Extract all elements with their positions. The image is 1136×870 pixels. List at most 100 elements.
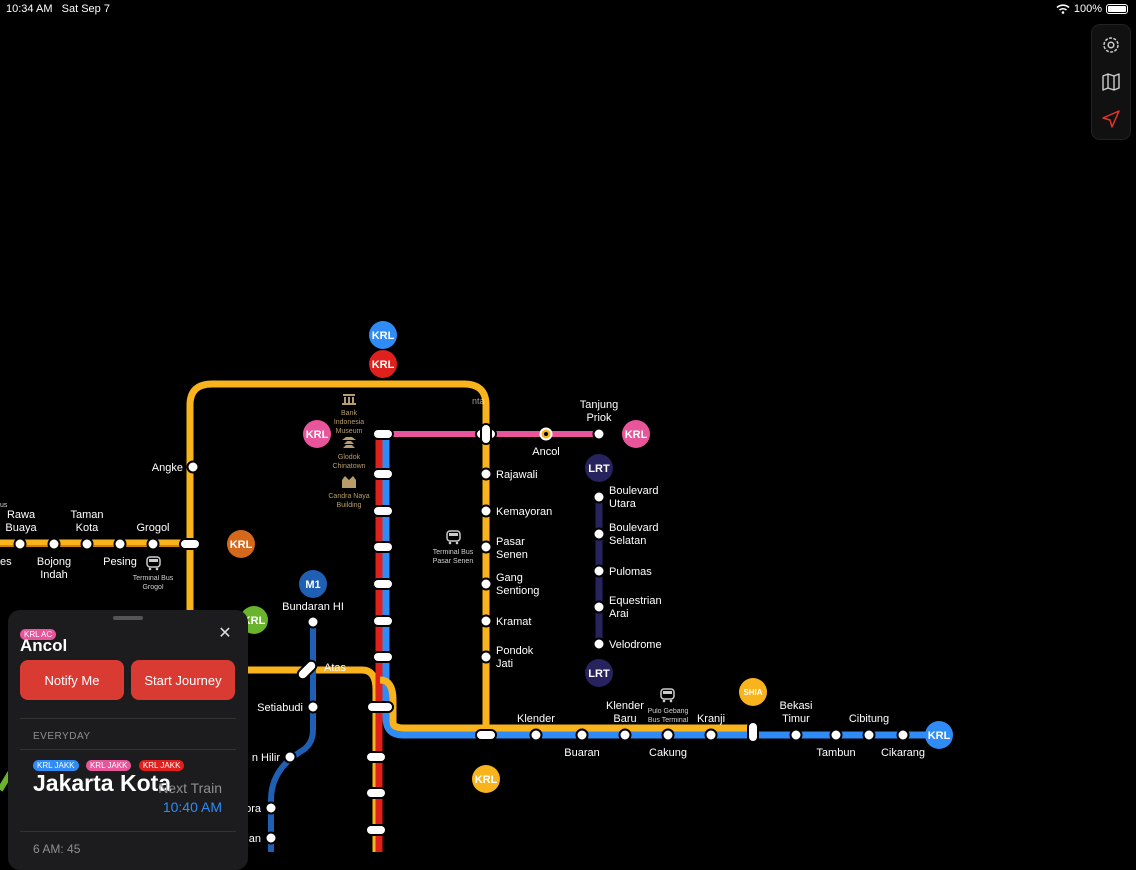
settings-icon (1103, 37, 1119, 53)
badge-krl-pink-east[interactable]: KRL (622, 420, 650, 448)
station-bekasi[interactable] (747, 721, 759, 743)
station-bendungan-hilir[interactable] (283, 750, 297, 764)
station-boulevard-selatan[interactable] (592, 527, 606, 541)
station-tanjung-priok[interactable] (592, 427, 606, 441)
station-kramat[interactable] (479, 614, 493, 628)
poi-pulo-gebang-bus-terminal[interactable]: Pulo Gebang Bus Terminal (648, 688, 689, 724)
station-taman-kota[interactable] (80, 537, 94, 551)
station-jakarta-kota[interactable] (372, 428, 394, 440)
locate-button[interactable] (1092, 101, 1130, 137)
badge-m1[interactable]: M1 (299, 570, 327, 598)
station-grogol[interactable] (146, 537, 160, 551)
station-senayan[interactable] (264, 831, 278, 845)
station-gang-sentiong[interactable] (479, 577, 493, 591)
station-klender[interactable] (529, 728, 543, 742)
station-red-7[interactable] (365, 751, 387, 763)
station-cikarang[interactable] (896, 728, 910, 742)
station-pulomas[interactable] (592, 564, 606, 578)
notify-me-button[interactable]: Notify Me (20, 660, 124, 700)
station-tambun[interactable] (829, 728, 843, 742)
poi-glodok-chinatown[interactable]: Glodok Chinatown (332, 437, 366, 470)
badge-krl-yellow-south[interactable]: KRL (472, 765, 500, 793)
svg-text:Candra Naya: Candra Naya (328, 493, 369, 500)
close-button[interactable]: ✕ (217, 626, 233, 642)
station-cakung[interactable] (661, 728, 675, 742)
poi-terminal-bus-senen[interactable]: Terminal Bus Pasar Senen (433, 530, 474, 565)
label-bus-trunc: us (0, 502, 8, 509)
station-bundaran-hi[interactable] (306, 615, 320, 629)
station-rawa-buaya[interactable] (13, 537, 27, 551)
map-toolbar (1091, 24, 1131, 140)
line-badges[interactable]: KRL KRL KRL KRL KRL KRL LRT LRT M1 SHIA … (227, 321, 953, 793)
label-grogol: Grogol (136, 522, 169, 534)
station-jatinegara[interactable] (475, 729, 497, 741)
badge-krl-blue-east[interactable]: KRL (925, 721, 953, 749)
station-kranji[interactable] (704, 728, 718, 742)
station-red-6[interactable] (372, 651, 394, 663)
label-pulomas: Pulomas (609, 566, 652, 578)
badge-krl-pink-west[interactable]: KRL (303, 420, 331, 448)
label-velodrome: Velodrome (609, 639, 662, 651)
station-velodrome[interactable] (592, 637, 606, 651)
label-pondok-2: Jati (496, 658, 513, 670)
label-angke: Angke (152, 462, 183, 474)
line-mrt[interactable] (268, 622, 316, 852)
drag-handle[interactable] (113, 616, 143, 620)
station-red-2[interactable] (372, 505, 394, 517)
station-kemayoran[interactable] (479, 504, 493, 518)
destination-name[interactable]: Jakarta Kota (33, 770, 173, 797)
station-red-3[interactable] (372, 541, 394, 553)
station-buaran[interactable] (575, 728, 589, 742)
station-klender-baru[interactable] (618, 728, 632, 742)
label-bekasi-timur-2: Timur (782, 713, 810, 725)
badge-krl-red-top[interactable]: KRL (369, 350, 397, 378)
station-red-9[interactable] (365, 824, 387, 836)
label-cakung: Cakung (649, 747, 687, 759)
station-red-5[interactable] (372, 615, 394, 627)
station-manggarai[interactable] (366, 701, 394, 713)
start-journey-button[interactable]: Start Journey (131, 660, 235, 700)
label-gang-2: Sentiong (496, 585, 539, 597)
settings-button[interactable] (1092, 27, 1130, 63)
label-equestrian-2: Arai (609, 608, 629, 620)
badge-lrt-bottom[interactable]: LRT (585, 659, 613, 687)
schedule-cadence: EVERYDAY (33, 731, 91, 742)
label-bundaran: Bundaran HI (282, 601, 344, 613)
station-rajawali[interactable] (479, 467, 493, 481)
poi-bank-indonesia-museum[interactable]: Bank Indonesia Museum (334, 394, 364, 435)
station-bekasi-timur[interactable] (789, 728, 803, 742)
poi-candra-naya-building[interactable]: Candra Naya Building (328, 476, 370, 509)
station-equestrian[interactable] (592, 600, 606, 614)
poi-terminal-bus-grogol[interactable]: Terminal Bus Grogol (133, 556, 174, 591)
svg-text:SHIA: SHIA (743, 688, 762, 697)
station-pasar-senen[interactable] (479, 540, 493, 554)
badge-lrt-top[interactable]: LRT (585, 454, 613, 482)
station-detail-panel[interactable]: KRL AC Ancol ✕ Notify Me Start Journey E… (8, 610, 248, 870)
station-boulevard-utara[interactable] (592, 490, 606, 504)
svg-text:KRL: KRL (306, 429, 329, 441)
badge-krl-blue-top[interactable]: KRL (369, 321, 397, 349)
station-red-8[interactable] (365, 787, 387, 799)
bus-icon (446, 530, 461, 545)
station-angke[interactable] (186, 460, 200, 474)
label-es: es (0, 556, 12, 568)
label-gang-1: Gang (496, 572, 523, 584)
station-red-4[interactable] (372, 578, 394, 590)
badge-krl-orange[interactable]: KRL (227, 530, 255, 558)
station-kampung-bandan-v (480, 423, 492, 445)
badge-shia[interactable]: SHIA (739, 678, 767, 706)
station-pesing[interactable] (113, 537, 127, 551)
svg-text:Pulo Gebang: Pulo Gebang (648, 708, 689, 715)
station-setiabudi[interactable] (306, 700, 320, 714)
bus-icon (146, 556, 161, 571)
label-tambun: Tambun (816, 747, 855, 759)
label-taman-kota-1: Taman (70, 509, 103, 521)
station-pondok-jati[interactable] (479, 650, 493, 664)
station-istora[interactable] (264, 801, 278, 815)
station-duri[interactable] (179, 538, 201, 550)
station-bojong-indah[interactable] (47, 537, 61, 551)
map-button[interactable] (1092, 64, 1130, 100)
station-red-1[interactable] (372, 468, 394, 480)
label-blv-utara-1: Boulevard (609, 485, 659, 497)
station-cibitung[interactable] (862, 728, 876, 742)
